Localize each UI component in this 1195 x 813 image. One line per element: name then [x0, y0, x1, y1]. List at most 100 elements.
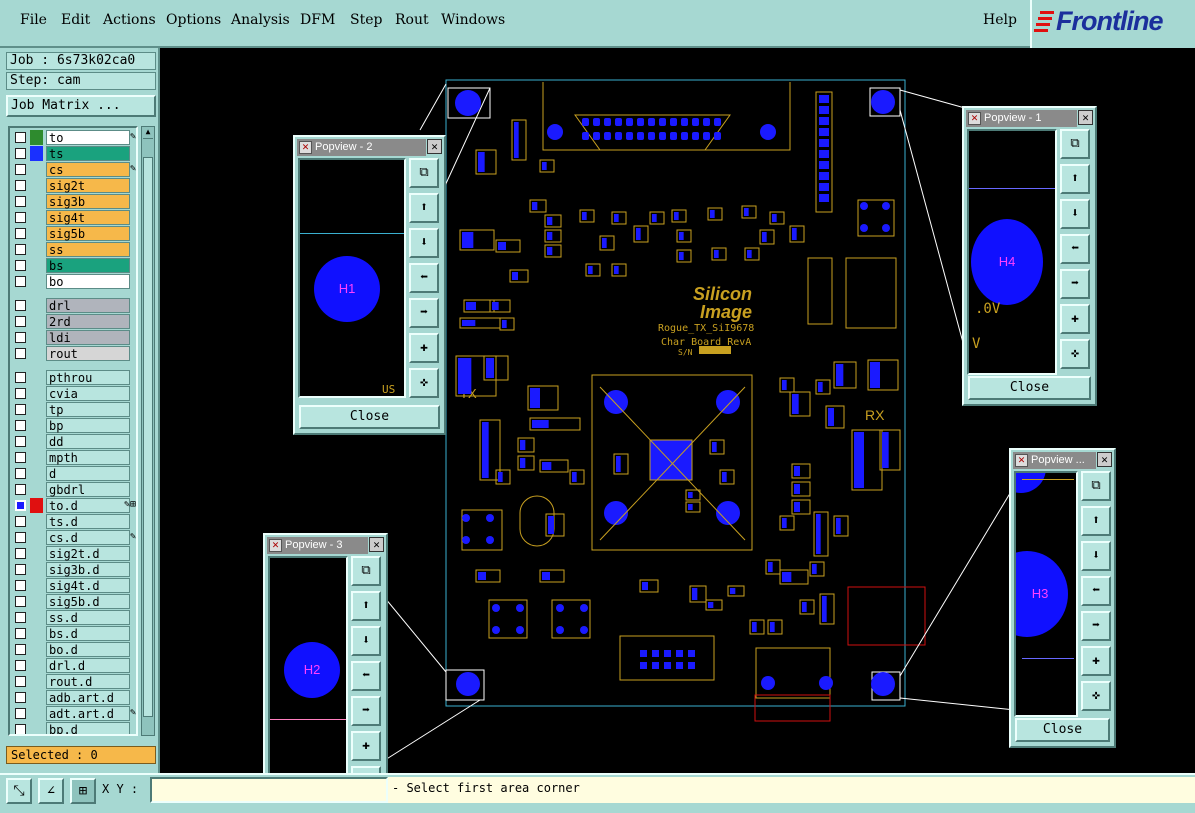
layer-row[interactable]: sig2t	[12, 178, 136, 193]
menu-help[interactable]: Help	[983, 12, 1017, 28]
menu-actions[interactable]: Actions	[103, 12, 156, 28]
layer-name[interactable]: drl.d	[46, 658, 130, 673]
layer-name[interactable]: sig4t.d	[46, 578, 130, 593]
layer-name[interactable]: gbdrl	[46, 482, 130, 497]
layer-name[interactable]: dd	[46, 434, 130, 449]
layer-name[interactable]: 2rd	[46, 314, 130, 329]
layer-row[interactable]: rout	[12, 346, 136, 361]
layer-color-swatch[interactable]	[30, 130, 43, 145]
layer-row[interactable]: d	[12, 466, 136, 481]
zoom-out-icon[interactable]: ✜	[351, 766, 381, 773]
pan-right-icon[interactable]: ➡	[409, 298, 439, 328]
layer-color-swatch[interactable]	[30, 498, 43, 513]
popview-1-close-button[interactable]: Close	[968, 376, 1091, 400]
pan-left-icon[interactable]: ⬅	[351, 661, 381, 691]
layer-checkbox[interactable]	[15, 132, 26, 143]
measure-icon[interactable]: ⤡	[6, 778, 32, 804]
scroll-up-icon[interactable]: ▲	[143, 127, 153, 139]
menu-analysis[interactable]: Analysis	[231, 12, 290, 28]
layer-row[interactable]: sig4t.d	[12, 578, 136, 593]
layer-checkbox[interactable]	[15, 500, 26, 511]
layer-checkbox[interactable]	[15, 452, 26, 463]
popview-3-title[interactable]: ✕ Popview - 3	[267, 537, 368, 554]
layer-row[interactable]: to ✎	[12, 130, 136, 145]
pan-down-icon[interactable]: ⬇	[1060, 199, 1090, 229]
layer-checkbox[interactable]	[15, 180, 26, 191]
layer-row[interactable]: rout.d	[12, 674, 136, 689]
layer-checkbox[interactable]	[15, 420, 26, 431]
zoom-home-icon[interactable]: ⧉	[409, 158, 439, 188]
layer-name[interactable]: sig2t.d	[46, 546, 130, 561]
layer-checkbox[interactable]	[15, 372, 26, 383]
zoom-home-icon[interactable]: ⧉	[1060, 129, 1090, 159]
layer-checkbox[interactable]	[15, 660, 26, 671]
layer-row[interactable]: cs ✎	[12, 162, 136, 177]
close-icon[interactable]: ✕	[427, 139, 442, 154]
layer-checkbox[interactable]	[15, 644, 26, 655]
menu-file[interactable]: File	[20, 12, 47, 28]
layer-name[interactable]: cs	[46, 162, 130, 177]
layer-checkbox[interactable]	[15, 548, 26, 559]
menu-edit[interactable]: Edit	[61, 12, 90, 28]
window-menu-icon[interactable]: ✕	[269, 539, 282, 552]
layer-row[interactable]: sig2t.d	[12, 546, 136, 561]
popview-1-view[interactable]: H4 .0V V	[967, 129, 1057, 375]
layer-name[interactable]: ts	[46, 146, 130, 161]
layer-row[interactable]: dd	[12, 434, 136, 449]
popview-4-close-button[interactable]: Close	[1015, 718, 1110, 742]
pan-up-icon[interactable]: ⬆	[351, 591, 381, 621]
layer-checkbox[interactable]	[15, 388, 26, 399]
pan-left-icon[interactable]: ⬅	[1060, 234, 1090, 264]
layer-name[interactable]: cvia	[46, 386, 130, 401]
menu-windows[interactable]: Windows	[441, 12, 505, 28]
pan-down-icon[interactable]: ⬇	[409, 228, 439, 258]
layer-row[interactable]: drl.d	[12, 658, 136, 673]
pan-right-icon[interactable]: ➡	[1081, 611, 1111, 641]
layer-name[interactable]: bs.d	[46, 626, 130, 641]
popview-2-view[interactable]: H1 US	[298, 158, 406, 398]
layer-name[interactable]: bo	[46, 274, 130, 289]
layer-row[interactable]: bo	[12, 274, 136, 289]
layer-name[interactable]: cs.d	[46, 530, 130, 545]
menu-step[interactable]: Step	[350, 12, 382, 28]
layer-name[interactable]: ts.d	[46, 514, 130, 529]
layer-name[interactable]: sig5b	[46, 226, 130, 241]
pan-right-icon[interactable]: ➡	[351, 696, 381, 726]
popview-2-title[interactable]: ✕ Popview - 2	[297, 139, 426, 156]
job-matrix-button[interactable]: Job Matrix ...	[6, 95, 156, 117]
zoom-home-icon[interactable]: ⧉	[1081, 471, 1111, 501]
layer-checkbox[interactable]	[15, 436, 26, 447]
layer-row[interactable]: adt.art.d ✎	[12, 706, 136, 721]
angle-icon[interactable]: ∠	[38, 778, 64, 804]
layer-name[interactable]: mpth	[46, 450, 130, 465]
layer-checkbox[interactable]	[15, 332, 26, 343]
layer-row[interactable]: bs.d	[12, 626, 136, 641]
layer-name[interactable]: to	[46, 130, 130, 145]
layer-checkbox[interactable]	[15, 612, 26, 623]
popview-4-window[interactable]: ✕ Popview ... ✕ H3 ⧉ ⬆ ⬇ ⬅ ➡ ✚ ✜ Close	[1009, 448, 1116, 748]
layer-name[interactable]: bp.d	[46, 722, 130, 734]
menu-options[interactable]: Options	[166, 12, 221, 28]
grid-snap-icon[interactable]: ⊞	[70, 778, 96, 804]
window-menu-icon[interactable]: ✕	[1015, 454, 1028, 467]
layer-name[interactable]: adb.art.d	[46, 690, 130, 705]
layer-checkbox[interactable]	[15, 468, 26, 479]
layer-checkbox[interactable]	[15, 676, 26, 687]
layer-name[interactable]: pthrou	[46, 370, 130, 385]
layer-checkbox[interactable]	[15, 316, 26, 327]
layer-checkbox[interactable]	[15, 404, 26, 415]
zoom-out-icon[interactable]: ✜	[409, 368, 439, 398]
layer-name[interactable]: sig3b	[46, 194, 130, 209]
popview-2-close-button[interactable]: Close	[299, 405, 440, 429]
popview-3-window[interactable]: ✕ Popview - 3 ✕ H2 ⧉ ⬆ ⬇ ⬅ ➡ ✚ ✜	[263, 533, 388, 773]
popview-1-title[interactable]: ✕ Popview - 1	[966, 110, 1077, 127]
popview-1-window[interactable]: ✕ Popview - 1 ✕ H4 .0V V ⧉ ⬆ ⬇ ⬅ ➡ ✚ ✜ C…	[962, 106, 1097, 406]
zoom-in-icon[interactable]: ✚	[351, 731, 381, 761]
layer-row[interactable]: ss.d	[12, 610, 136, 625]
layer-row[interactable]: drl	[12, 298, 136, 313]
pan-left-icon[interactable]: ⬅	[409, 263, 439, 293]
zoom-in-icon[interactable]: ✚	[1060, 304, 1090, 334]
layer-checkbox[interactable]	[15, 532, 26, 543]
pan-right-icon[interactable]: ➡	[1060, 269, 1090, 299]
layer-row[interactable]: ts	[12, 146, 136, 161]
